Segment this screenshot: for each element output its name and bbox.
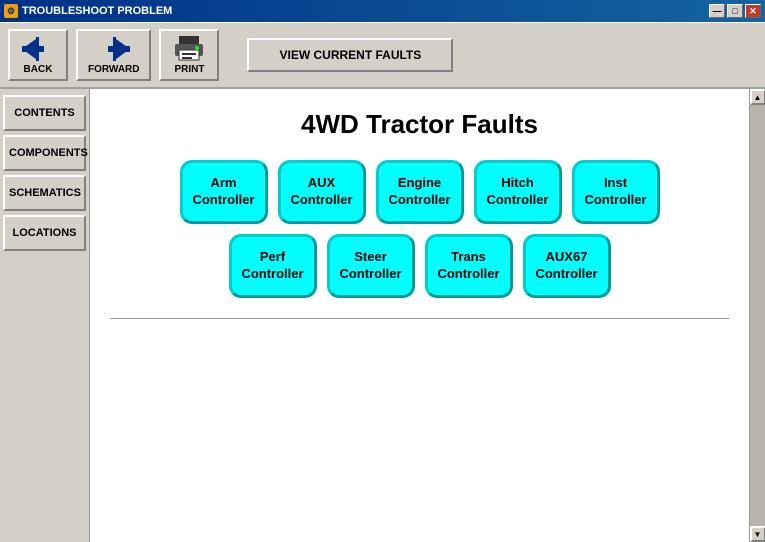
sidebar-item-contents[interactable]: CONTENTS: [3, 95, 86, 131]
engine-controller-button[interactable]: EngineController: [376, 160, 464, 224]
window-controls: — □ ✕: [709, 4, 761, 18]
toolbar: BACK FORWARD: [0, 22, 765, 89]
main-container: BACK FORWARD: [0, 22, 765, 542]
close-button[interactable]: ✕: [745, 4, 761, 18]
print-icon: [173, 35, 205, 63]
content-area: CONTENTS COMPONENTS SCHEMATICS LOCATIONS…: [0, 89, 765, 542]
maximize-button[interactable]: □: [727, 4, 743, 18]
back-arrow-icon: [22, 35, 54, 63]
controllers-row-2: PerfController SteerController TransCont…: [229, 234, 611, 298]
inst-controller-button[interactable]: InstController: [572, 160, 660, 224]
sidebar-item-schematics[interactable]: SCHEMATICS: [3, 175, 86, 211]
sidebar-item-components[interactable]: COMPONENTS: [3, 135, 86, 171]
forward-label: FORWARD: [88, 64, 139, 75]
divider-line: [110, 318, 729, 319]
scroll-up-button[interactable]: ▲: [750, 89, 765, 105]
hitch-controller-button[interactable]: HitchController: [474, 160, 562, 224]
sidebar-item-locations[interactable]: LOCATIONS: [3, 215, 86, 251]
aux67-controller-button[interactable]: AUX67Controller: [523, 234, 611, 298]
trans-controller-button[interactable]: TransController: [425, 234, 513, 298]
page-title: 4WD Tractor Faults: [110, 109, 729, 140]
scroll-down-button[interactable]: ▼: [750, 526, 765, 542]
scrollbar: ▲ ▼: [749, 89, 765, 542]
arm-controller-button[interactable]: ArmController: [180, 160, 268, 224]
app-icon: ⚙: [4, 4, 18, 18]
print-label: PRINT: [174, 64, 204, 75]
minimize-button[interactable]: —: [709, 4, 725, 18]
title-bar: ⚙ TROUBLESHOOT PROBLEM — □ ✕: [0, 0, 765, 22]
perf-controller-button[interactable]: PerfController: [229, 234, 317, 298]
scrollbar-track[interactable]: [750, 105, 765, 526]
print-button[interactable]: PRINT: [159, 29, 219, 81]
aux-controller-button[interactable]: AUXController: [278, 160, 366, 224]
back-label: BACK: [24, 64, 53, 75]
main-panel: 4WD Tractor Faults ArmController AUXCont…: [90, 89, 749, 542]
window-title: TROUBLESHOOT PROBLEM: [22, 5, 709, 17]
forward-arrow-icon: [98, 35, 130, 63]
back-button[interactable]: BACK: [8, 29, 68, 81]
sidebar: CONTENTS COMPONENTS SCHEMATICS LOCATIONS: [0, 89, 90, 542]
controllers-row-1: ArmController AUXController EngineContro…: [180, 160, 660, 224]
controllers-grid: ArmController AUXController EngineContro…: [110, 160, 729, 298]
steer-controller-button[interactable]: SteerController: [327, 234, 415, 298]
view-faults-button[interactable]: VIEW CURRENT FAULTS: [247, 38, 453, 72]
forward-button[interactable]: FORWARD: [76, 29, 151, 81]
